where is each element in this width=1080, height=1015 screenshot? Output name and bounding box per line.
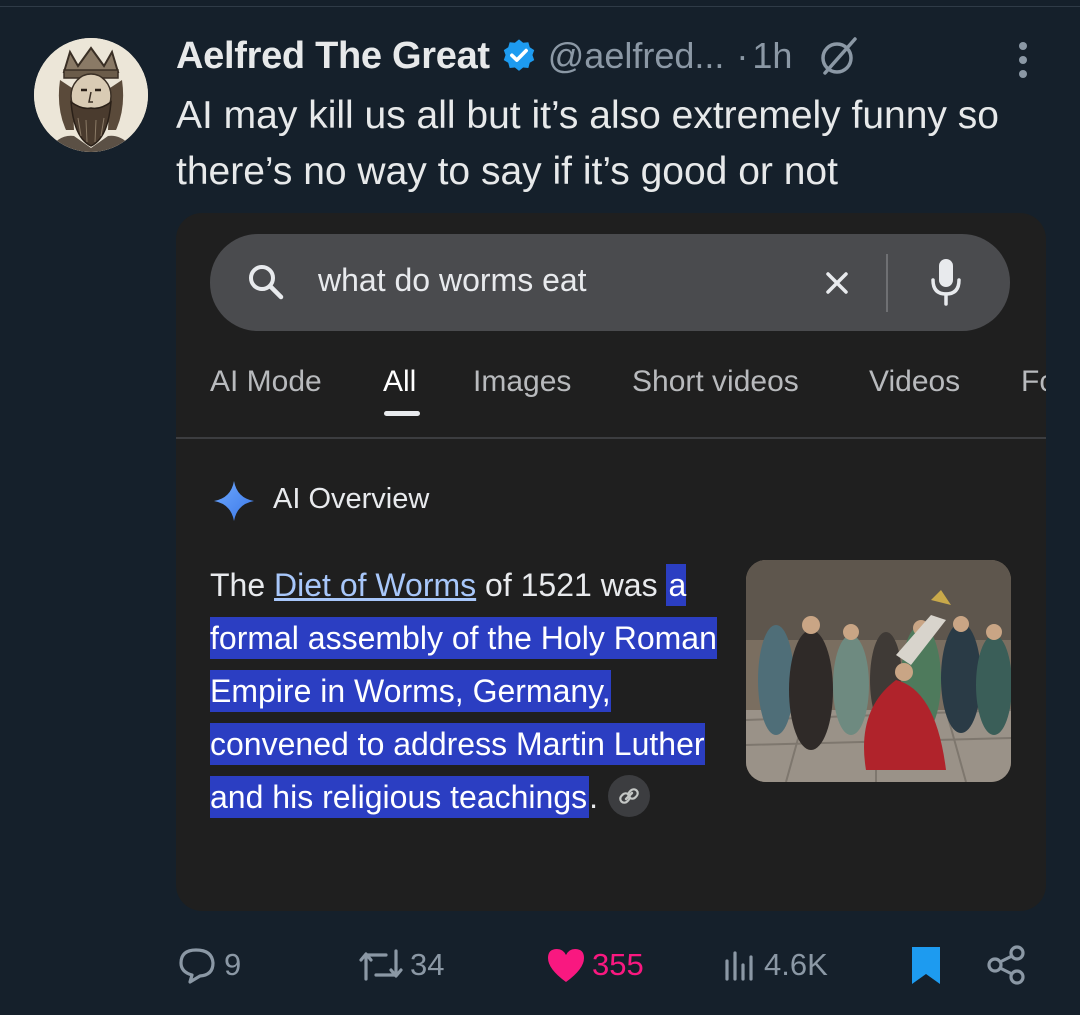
verified-badge-icon [503,39,534,71]
diet-of-worms-link[interactable]: Diet of Worms [274,567,476,603]
like-button[interactable]: 355 [544,940,644,990]
tweet-actions: 9 34 355 4.6K [0,940,1080,990]
view-count: 4.6K [764,947,828,982]
share-button[interactable] [984,940,1028,990]
tweet-media-screenshot[interactable]: what do worms eat AI Mode All Images Sho… [176,213,1046,911]
share-icon [987,945,1025,985]
timestamp[interactable]: 1h [752,35,792,77]
tab-short-videos[interactable]: Short videos [632,365,799,399]
avatar-king-illustration [34,38,148,152]
tab-images[interactable]: Images [473,365,571,399]
repost-button[interactable]: 34 [356,940,444,990]
reply-count: 9 [224,947,242,982]
avatar[interactable] [34,38,148,152]
search-bar[interactable]: what do worms eat [210,234,1010,331]
diet-of-worms-painting[interactable] [746,560,1011,782]
like-count: 355 [592,947,644,982]
ai-overview-title: AI Overview [273,483,430,515]
repost-icon [359,949,403,981]
answer-suffix: . [589,779,599,815]
reply-button[interactable]: 9 [176,940,241,990]
answer-mid: of 1521 was [476,567,667,603]
search-input[interactable]: what do worms eat [318,262,587,299]
bookmark-button[interactable] [906,940,946,990]
search-divider [886,254,888,312]
answer-prefix: The [210,567,275,603]
ai-overview-answer: The Diet of Worms of 1521 was a formal a… [210,559,740,824]
tweet-text: AI may kill us all but it’s also extreme… [176,94,999,193]
grok-icon[interactable] [816,33,862,79]
bookmark-icon [912,947,940,984]
reply-icon [179,948,215,984]
mic-icon[interactable] [928,256,964,308]
active-tab-indicator [384,411,420,416]
views-icon [725,951,753,981]
display-name[interactable]: Aelfred The Great [176,35,490,78]
top-divider [0,6,1080,7]
like-icon [548,949,584,982]
link-icon[interactable] [608,774,651,817]
handle[interactable]: @aelfred... [548,35,725,77]
more-icon[interactable] [1010,38,1036,82]
tab-all[interactable]: All [383,365,416,399]
search-icon [249,265,284,300]
tabs-divider [176,437,1046,439]
clear-icon[interactable] [822,268,852,298]
tab-ai-mode[interactable]: AI Mode [210,365,322,399]
tab-truncated[interactable]: Fc [1021,365,1046,399]
tweet-header: Aelfred The Great @aelfred... · 1h [176,32,1056,80]
ai-sparkle-icon [214,481,254,521]
repost-count: 34 [410,947,445,982]
tab-videos[interactable]: Videos [869,365,960,399]
views-button[interactable]: 4.6K [720,940,828,990]
separator-dot: · [736,35,749,76]
